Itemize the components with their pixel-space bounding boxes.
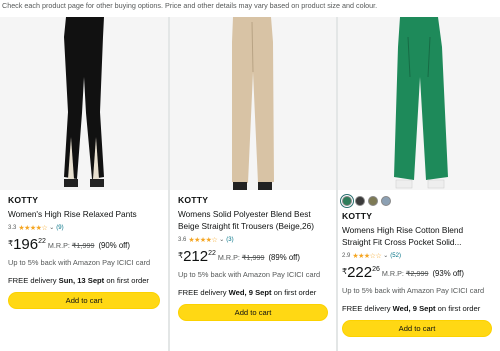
discount-percent: (93% off) — [432, 269, 464, 278]
mrp-label: M.R.P: — [47, 241, 70, 250]
rating-value: 3.6 — [178, 236, 187, 243]
star-rating-icon: ★★★★☆ — [188, 236, 218, 244]
cashback-offer: Up to 5% back with Amazon Pay ICICI card — [178, 270, 321, 279]
mrp-label: M.R.P: — [381, 269, 404, 278]
mrp-value: ₹1,999 — [241, 253, 265, 262]
beige-trousers-image — [170, 17, 336, 190]
title-line-2: Straight Fit Cross Pocket Solid... — [342, 237, 462, 247]
price-whole: 212 — [183, 248, 209, 265]
review-count[interactable]: (3) — [226, 237, 233, 243]
delivery-info: FREE delivery Sun, 13 Sept on first orde… — [8, 276, 160, 286]
add-to-cart-button[interactable]: Add to cart — [178, 304, 328, 321]
discount-percent: (90% off) — [98, 241, 130, 250]
mrp-label: M.R.P: — [217, 253, 240, 262]
product-title-link[interactable]: Women's High Rise Relaxed Pants — [8, 208, 160, 220]
delivery-suffix: on first order — [271, 288, 317, 297]
color-swatch[interactable] — [355, 196, 365, 206]
price-whole: 222 — [347, 264, 373, 281]
price-line: ₹ 212 22 M.R.P: ₹1,999 (89% off) — [178, 249, 328, 266]
brand-name: KOTTY — [178, 195, 209, 205]
title-line-1: Womens High Rise Cotton Blend — [342, 225, 464, 235]
mrp-value: ₹2,999 — [405, 269, 429, 278]
cashback-offer: Up to 5% back with Amazon Pay ICICI card — [8, 258, 151, 267]
product-grid: KOTTY Women's High Rise Relaxed Pants 3.… — [0, 17, 500, 351]
price-fraction: 26 — [372, 266, 380, 273]
rating[interactable]: 2.9 ★★★☆☆ ⌄ (52) — [342, 250, 492, 261]
mrp-value: ₹1,999 — [71, 241, 95, 250]
delivery-date: Sun, 13 Sept — [58, 276, 105, 285]
color-swatches — [340, 194, 492, 208]
delivery-date: Wed, 9 Sept — [228, 288, 272, 297]
mrp: M.R.P: ₹1,999 — [218, 253, 265, 262]
color-swatch[interactable] — [381, 196, 391, 206]
product-image[interactable] — [170, 17, 336, 190]
price-whole: 196 — [13, 236, 39, 253]
rating-value: 3.3 — [8, 224, 17, 231]
delivery-date: Wed, 9 Sept — [392, 304, 436, 313]
product-info: KOTTY Womens High Rise Cotton Blend Strai… — [338, 194, 500, 337]
price-fraction: 22 — [38, 238, 46, 245]
product-title-link[interactable]: Womens Solid Polyester Blend Best Beige S… — [178, 208, 328, 232]
price-line: ₹ 222 26 M.R.P: ₹2,999 (93% off) — [342, 265, 492, 282]
color-swatch[interactable] — [340, 194, 354, 208]
mrp: M.R.P: ₹1,999 — [48, 241, 95, 250]
product-card: KOTTY Womens High Rise Cotton Blend Strai… — [338, 17, 500, 351]
chevron-down-icon[interactable]: ⌄ — [383, 252, 388, 259]
title-line-2: Beige Straight fit Trousers (Beige,26) — [178, 221, 315, 231]
price-fraction: 22 — [208, 250, 216, 257]
chevron-down-icon[interactable]: ⌄ — [49, 224, 54, 231]
product-info: KOTTY Womens Solid Polyester Blend Best B… — [170, 195, 336, 321]
product-card: KOTTY Womens Solid Polyester Blend Best B… — [170, 17, 336, 351]
rating[interactable]: 3.6 ★★★★☆ ⌄ (3) — [178, 234, 328, 245]
price-line: ₹ 196 22 M.R.P: ₹1,999 (90% off) — [8, 237, 160, 254]
delivery-prefix: FREE delivery — [8, 276, 59, 285]
title-line-1: Womens Solid Polyester Blend Best — [178, 209, 311, 219]
chevron-down-icon[interactable]: ⌄ — [219, 236, 224, 243]
star-rating-icon: ★★★★☆ — [18, 224, 48, 232]
product-card: KOTTY Women's High Rise Relaxed Pants 3.… — [0, 17, 168, 351]
add-to-cart-button[interactable]: Add to cart — [342, 320, 492, 337]
product-image[interactable] — [0, 17, 168, 190]
discount-percent: (89% off) — [268, 253, 300, 262]
brand-name: KOTTY — [8, 195, 39, 205]
product-title-link[interactable]: Womens High Rise Cotton Blend Straight Fi… — [342, 224, 492, 248]
rating-value: 2.9 — [342, 252, 351, 259]
black-flare-pants-image — [0, 17, 168, 190]
product-info: KOTTY Women's High Rise Relaxed Pants 3.… — [0, 195, 168, 309]
rating[interactable]: 3.3 ★★★★☆ ⌄ (9) — [8, 222, 160, 233]
delivery-suffix: on first order — [435, 304, 481, 313]
review-count[interactable]: (9) — [56, 225, 63, 231]
color-swatch[interactable] — [368, 196, 378, 206]
delivery-prefix: FREE delivery — [342, 304, 393, 313]
delivery-info: FREE delivery Wed, 9 Sept on first order — [178, 288, 328, 298]
mrp: M.R.P: ₹2,999 — [382, 269, 429, 278]
product-image[interactable] — [338, 17, 500, 190]
review-count[interactable]: (52) — [390, 253, 401, 259]
brand-name: KOTTY — [342, 211, 373, 221]
buying-options-notice: Check each product page for other buying… — [0, 0, 500, 17]
add-to-cart-button[interactable]: Add to cart — [8, 292, 160, 309]
green-trousers-image — [338, 17, 500, 190]
delivery-prefix: FREE delivery — [178, 288, 229, 297]
delivery-info: FREE delivery Wed, 9 Sept on first order — [342, 304, 492, 314]
delivery-suffix: on first order — [104, 276, 149, 285]
star-rating-icon: ★★★☆☆ — [352, 252, 382, 260]
cashback-offer: Up to 5% back with Amazon Pay ICICI card — [342, 286, 485, 295]
